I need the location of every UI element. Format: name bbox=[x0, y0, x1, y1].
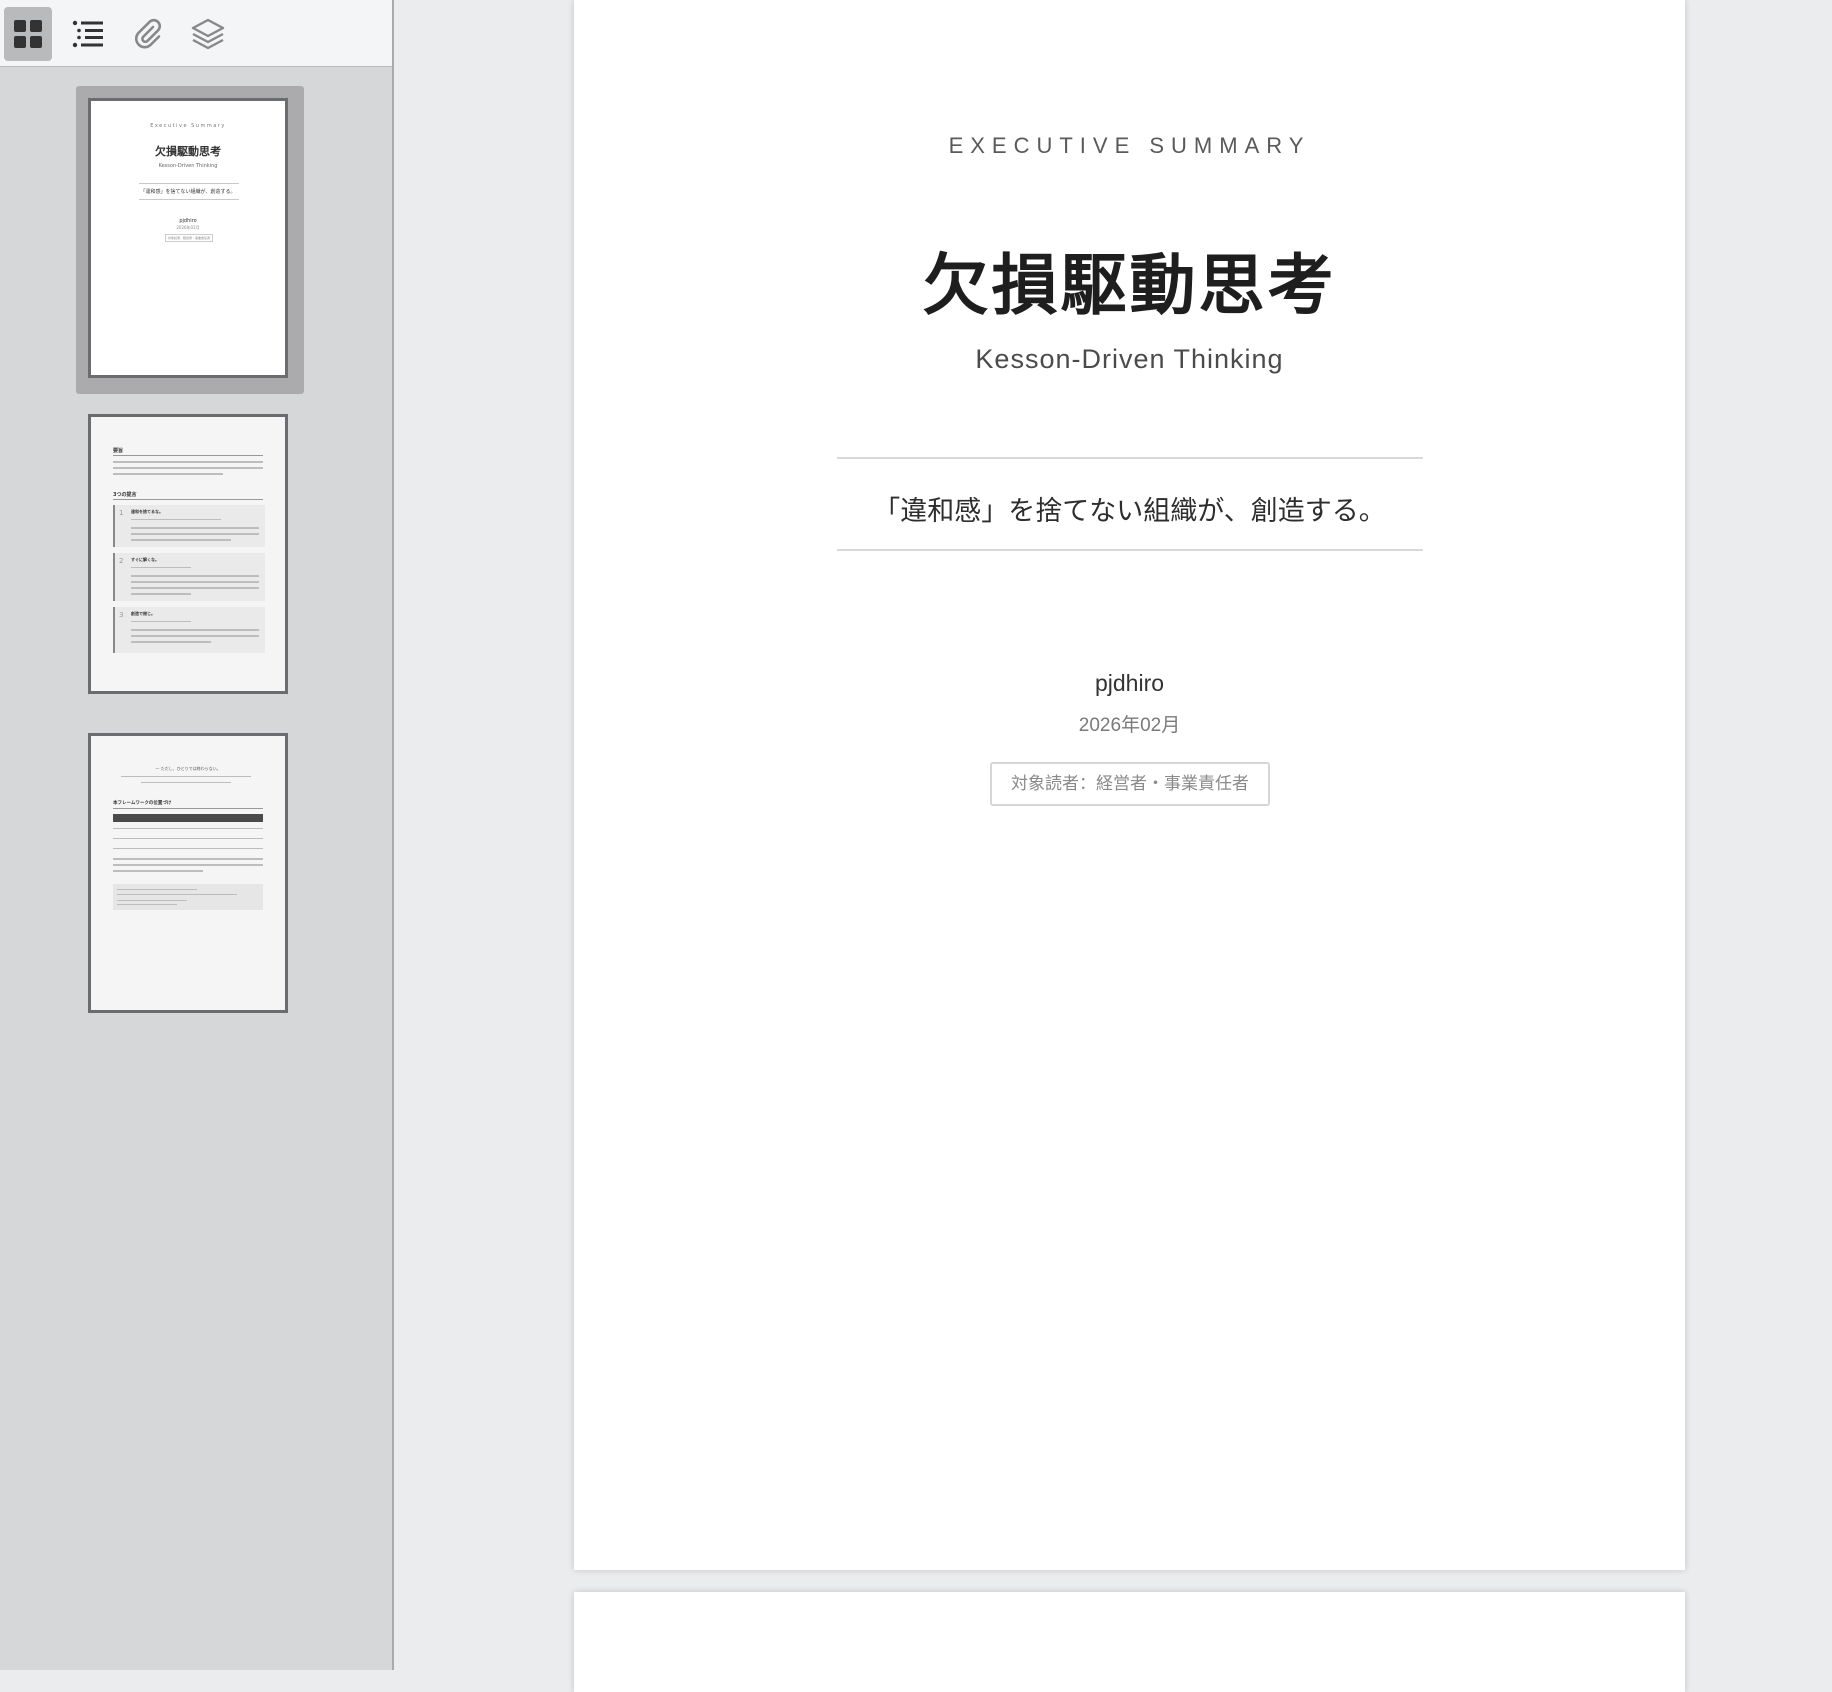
thumb-audience: 対象読者：経営者・事業責任者 bbox=[167, 236, 210, 240]
thumb3-table-header bbox=[113, 814, 263, 822]
thumb2-item-2: 2 すぐに解くな。 bbox=[113, 553, 265, 601]
thumb2-heading: 要旨 bbox=[113, 448, 124, 454]
thumb2-item-3: 3 創造で閉じ。 bbox=[113, 607, 265, 653]
thumb-audience-badge: 対象読者：経営者・事業責任者 bbox=[165, 234, 213, 242]
doc-author: pjdhiro bbox=[1094, 670, 1165, 696]
sidebar-toolbar bbox=[0, 0, 392, 67]
thumb-title: 欠損駆動思考 bbox=[155, 145, 221, 158]
doc-date: 2026年02月 bbox=[1078, 715, 1181, 736]
thumb-date: 2026年02月 bbox=[176, 225, 200, 230]
thumb3-section: 本フレームワークの位置づけ bbox=[113, 801, 172, 806]
doc-rule-bottom bbox=[837, 549, 1423, 551]
thumbnail-page-2[interactable]: 要旨 3つの提言 1 違和を捨てるな。 2 すぐに解くな。 3 創造で閉じ。 bbox=[88, 414, 288, 694]
document-page-1: EXECUTIVE SUMMARY 欠損駆動思考 Kesson-Driven T… bbox=[574, 0, 1685, 1570]
thumb3-quote: — ただし、ひとりでは終わらない。 bbox=[155, 766, 221, 771]
layers-button[interactable] bbox=[184, 7, 232, 61]
doc-audience-badge: 対象読者：経営者・事業責任者 bbox=[990, 762, 1270, 806]
thumb2-item-1: 1 違和を捨てるな。 bbox=[113, 505, 265, 547]
document-page-2 bbox=[574, 1592, 1685, 1692]
thumb-eyebrow: Executive Summary bbox=[150, 123, 226, 129]
sidebar: Executive Summary 欠損駆動思考 Kesson-Driven T… bbox=[0, 0, 394, 1670]
paperclip-icon bbox=[134, 18, 161, 49]
thumbnail-page-3[interactable]: — ただし、ひとりでは終わらない。 本フレームワークの位置づけ bbox=[88, 733, 288, 1013]
thumb2-section: 3つの提言 bbox=[113, 492, 137, 498]
thumb-author: pjdhiro bbox=[179, 218, 197, 224]
doc-subtitle: Kesson-Driven Thinking bbox=[975, 344, 1284, 374]
grid-icon bbox=[14, 20, 42, 48]
thumbnails-button[interactable] bbox=[4, 7, 52, 61]
doc-rule-top bbox=[837, 457, 1423, 459]
outline-button[interactable] bbox=[64, 7, 112, 61]
thumb-subtitle: Kesson-Driven Thinking bbox=[158, 163, 218, 169]
attachments-button[interactable] bbox=[124, 7, 172, 61]
doc-eyebrow: EXECUTIVE SUMMARY bbox=[948, 133, 1311, 158]
list-icon bbox=[72, 20, 103, 48]
layers-icon bbox=[191, 18, 225, 50]
thumb-tagline: 「違和感」を捨てない組織が、創造する。 bbox=[140, 189, 236, 195]
doc-title: 欠損駆動思考 bbox=[922, 246, 1337, 324]
thumb3-note bbox=[113, 884, 263, 910]
doc-tagline: 「違和感」を捨てない組織が、創造する。 bbox=[873, 496, 1386, 527]
thumbnail-page-1[interactable]: Executive Summary 欠損駆動思考 Kesson-Driven T… bbox=[88, 98, 288, 378]
